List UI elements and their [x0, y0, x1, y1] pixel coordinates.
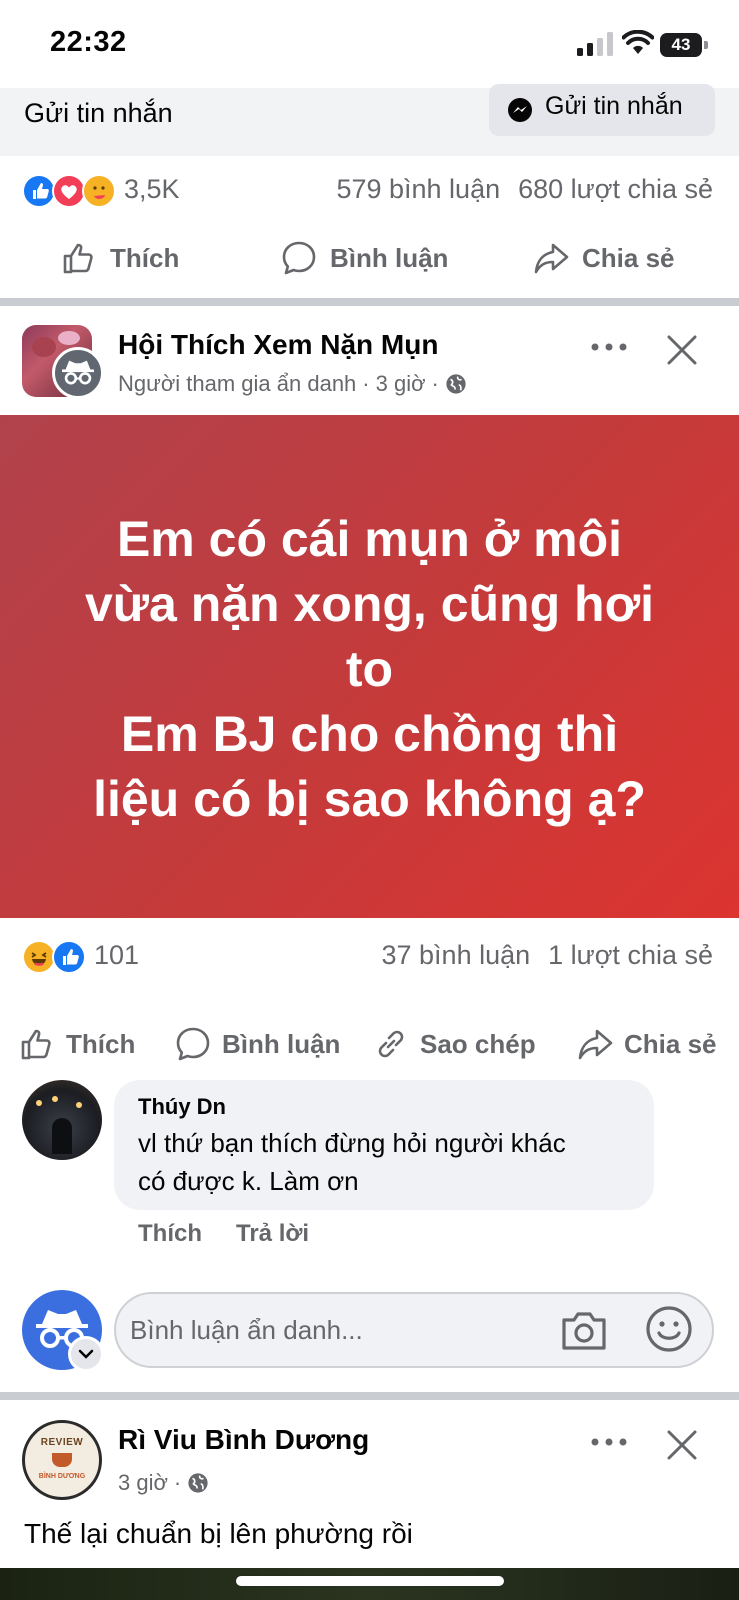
like-button[interactable]: Thích	[18, 1014, 135, 1074]
reaction-count: 101	[94, 940, 140, 970]
comment-input[interactable]	[130, 1294, 530, 1366]
cup-icon	[52, 1453, 72, 1467]
like-reaction-icon	[22, 174, 56, 208]
share-count[interactable]: 1 lượt chia sẻ	[548, 940, 713, 970]
comment-input-container	[114, 1292, 714, 1368]
reaction-count: 3,5K	[124, 174, 180, 204]
comment-icon	[176, 1027, 210, 1061]
like-label: Thích	[66, 1028, 136, 1059]
next-post-header: REVIEW BÌNH DƯƠNG Rì Viu Bình Dương 3 gi…	[0, 1420, 739, 1510]
globe-icon	[188, 1473, 208, 1493]
like-label: Thích	[110, 242, 180, 273]
comment-label: Bình luận	[330, 242, 449, 273]
post-text-line: liệu có bị sao không ạ?	[93, 771, 646, 827]
like-icon	[21, 1029, 51, 1060]
care-reaction-icon	[82, 174, 116, 208]
battery-level: 43	[660, 33, 702, 57]
post-header: Hội Thích Xem Nặn Mụn Người tham gia ẩn …	[0, 325, 739, 415]
close-icon[interactable]	[665, 333, 699, 367]
post-text-line: to	[345, 641, 394, 697]
like-button[interactable]: Thích	[60, 228, 179, 288]
send-message-button[interactable]: Gửi tin nhắn	[489, 84, 715, 136]
previous-post-reactions[interactable]: 3,5K 579 bình luận 680 lượt chia sẻ	[0, 170, 739, 214]
copy-link-icon	[378, 1030, 404, 1058]
commenter-avatar[interactable]	[22, 1080, 102, 1160]
home-indicator[interactable]	[236, 1576, 504, 1586]
emoji-icon[interactable]	[644, 1304, 694, 1354]
post-text-line: Em BJ cho chồng thì	[120, 706, 619, 762]
avatar-text-bottom: BÌNH DƯƠNG	[38, 1473, 86, 1480]
close-icon[interactable]	[665, 1428, 699, 1462]
copy-label: Sao chép	[420, 1028, 536, 1059]
page-avatar[interactable]: REVIEW BÌNH DƯƠNG	[22, 1420, 102, 1500]
comment-actions: Thích Trả lời	[138, 1220, 309, 1248]
comment-button[interactable]: Bình luận	[174, 1014, 340, 1074]
previous-post-cta-label: Gửi tin nhắn	[24, 98, 173, 128]
post-meta: 3 giờ ·	[118, 1470, 209, 1496]
more-options-icon[interactable]	[589, 337, 629, 357]
next-post-text: Thế lại chuẩn bị lên phường rồi	[24, 1518, 413, 1549]
comment-icon	[282, 241, 316, 275]
status-bar: 22:32 43	[0, 0, 739, 88]
post-text-banner[interactable]: Em có cái mụn ở môi vừa nặn xong, cũng h…	[0, 415, 739, 918]
post-actions: Thích Bình luận Sao chép Chia sẻ	[0, 1014, 739, 1074]
engagement-stats: 579 bình luận 680 lượt chia sẻ	[336, 174, 713, 205]
share-label: Chia sẻ	[624, 1028, 717, 1059]
share-button[interactable]: Chia sẻ	[532, 228, 675, 288]
anonymous-icon	[62, 360, 94, 385]
share-icon	[578, 1029, 613, 1060]
share-button[interactable]: Chia sẻ	[576, 1014, 717, 1074]
post-time[interactable]: 3 giờ	[118, 1470, 168, 1496]
previous-post: Gửi tin nhắn Gửi tin nhắn 3,5K 579 bình …	[0, 84, 739, 303]
comment-text-line: vl thứ bạn thích đừng hỏi người khác	[138, 1128, 566, 1158]
feed-divider	[0, 1392, 739, 1400]
comment-count[interactable]: 37 bình luận	[382, 940, 531, 970]
comment-button[interactable]: Bình luận	[280, 228, 448, 288]
post-meta: Người tham gia ẩn danh · 3 giờ ·	[118, 371, 467, 397]
previous-post-actions: Thích Bình luận Chia sẻ	[0, 228, 739, 288]
post-text-line: Em có cái mụn ở môi	[116, 511, 623, 567]
post-text-line: vừa nặn xong, cũng hơi	[84, 576, 655, 632]
comment-reply-button[interactable]: Trả lời	[236, 1220, 309, 1248]
camera-icon[interactable]	[560, 1308, 608, 1352]
post-text: Em có cái mụn ở môi vừa nặn xong, cũng h…	[30, 507, 710, 832]
page-name[interactable]: Rì Viu Bình Dương	[118, 1424, 369, 1456]
previous-post-cta-area: Gửi tin nhắn Gửi tin nhắn	[0, 84, 739, 156]
more-options-icon[interactable]	[589, 1432, 629, 1452]
engagement-stats: 37 bình luận 1 lượt chia sẻ	[382, 940, 714, 971]
commenter-name[interactable]: Thúy Dn	[138, 1094, 630, 1120]
battery-icon: 43	[660, 33, 708, 57]
author-name: Người tham gia ẩn danh	[118, 371, 357, 396]
anonymous-avatar	[52, 347, 104, 399]
comment-like-button[interactable]: Thích	[138, 1220, 202, 1248]
comment-text-line: có được k. Làm ơn	[138, 1166, 359, 1196]
post-time[interactable]: 3 giờ	[376, 371, 426, 397]
comment-text: vl thứ bạn thích đừng hỏi người khác có …	[138, 1124, 630, 1200]
comment: Thúy Dn vl thứ bạn thích đừng hỏi người …	[0, 1080, 739, 1260]
signal-icon	[577, 32, 613, 56]
avatar-text-top: REVIEW	[40, 1437, 84, 1448]
feed-divider	[0, 298, 739, 306]
comment-label: Bình luận	[222, 1028, 341, 1059]
like-reaction-icon	[52, 940, 86, 974]
share-icon	[534, 243, 569, 274]
identity-switcher[interactable]	[68, 1336, 104, 1372]
comment-bubble[interactable]: Thúy Dn vl thứ bạn thích đừng hỏi người …	[114, 1080, 654, 1210]
post-reactions[interactable]: 101 37 bình luận 1 lượt chia sẻ	[0, 936, 739, 980]
like-icon	[63, 243, 93, 274]
share-count[interactable]: 680 lượt chia sẻ	[518, 174, 713, 204]
wifi-icon	[622, 30, 654, 54]
group-name[interactable]: Hội Thích Xem Nặn Mụn	[118, 329, 438, 361]
chevron-down-icon	[78, 1349, 94, 1359]
share-label: Chia sẻ	[582, 242, 675, 273]
globe-icon	[446, 374, 466, 394]
comment-composer	[0, 1290, 739, 1372]
comment-count[interactable]: 579 bình luận	[336, 174, 500, 204]
copy-link-button[interactable]: Sao chép	[372, 1014, 536, 1074]
haha-reaction-icon	[22, 940, 56, 974]
love-reaction-icon	[52, 174, 86, 208]
status-time: 22:32	[50, 26, 127, 58]
send-message-label: Gửi tin nhắn	[545, 92, 683, 120]
messenger-icon	[508, 98, 532, 122]
